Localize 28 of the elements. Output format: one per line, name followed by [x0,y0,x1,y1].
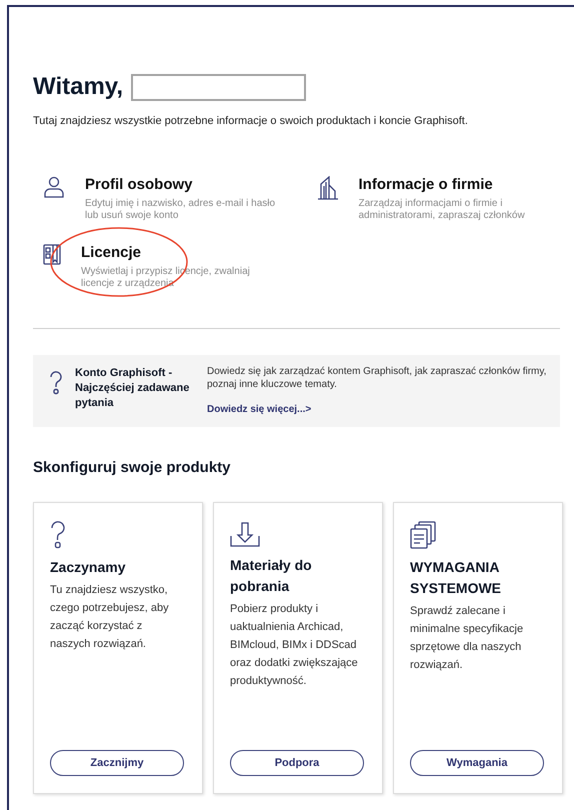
card-title: Zaczynamy [50,558,126,577]
card-description: Sprawdź zalecane i minimalne specyfikacje sprzętowe dla naszych rozwiązań. [410,604,524,673]
license-icon [43,244,61,266]
card-description: Tu znajdziesz wszystko, czego potrzebujesz, aby zacząć korzystać z naszych rozwiązań. [50,583,170,652]
link-title[interactable]: Informacje o firmie [358,176,558,194]
documents-icon [410,521,436,549]
card-title: Materiały do pobrania [230,556,313,596]
faq-title: Konto Graphisoft - Najczęściej zadawane pytania [75,366,190,410]
card-button[interactable]: Zacznijmy [50,750,184,776]
link-description: Zarządzaj informacjami o firmie i administratorami, zapraszaj członków [358,198,526,222]
link-title[interactable]: Licencje [81,244,281,262]
card-description: Pobierz produkty i uaktualnienia Archicad, BIMcloud, BIMx i DDScad oraz dodatki zwiększające produktywność. [230,602,359,689]
link-title[interactable]: Profil osobowy [85,176,285,194]
name-field[interactable] [131,74,306,100]
card-title: WYMAGANIA SYSTEMOWE [410,558,502,598]
learn-more-link[interactable]: Dowiedz się więcej...> [207,402,552,416]
welcome-title: Witamy, [33,72,124,102]
card-button[interactable]: Wymagania [410,750,544,776]
question-icon [50,521,66,549]
building-icon [316,176,338,200]
card-button[interactable]: Podpora [230,750,364,776]
download-icon [230,521,260,547]
question-icon [49,370,63,394]
welcome-subtitle: Tutaj znajdziesz wszystkie potrzebne informacje o swoich produktach i koncie Graphisoft. [33,114,469,129]
section-heading: Skonfiguruj swoje produkty [33,458,232,478]
faq-description: Dowiedz się jak zarządzać kontem Graphisoft, jak zapraszać członków firmy, poznaj inne kluczowe tematy. [207,364,548,390]
link-description: Edytuj imię i nazwisko, adres e-mail i hasło lub usuń swoje konto [85,198,276,222]
person-icon [43,176,65,198]
